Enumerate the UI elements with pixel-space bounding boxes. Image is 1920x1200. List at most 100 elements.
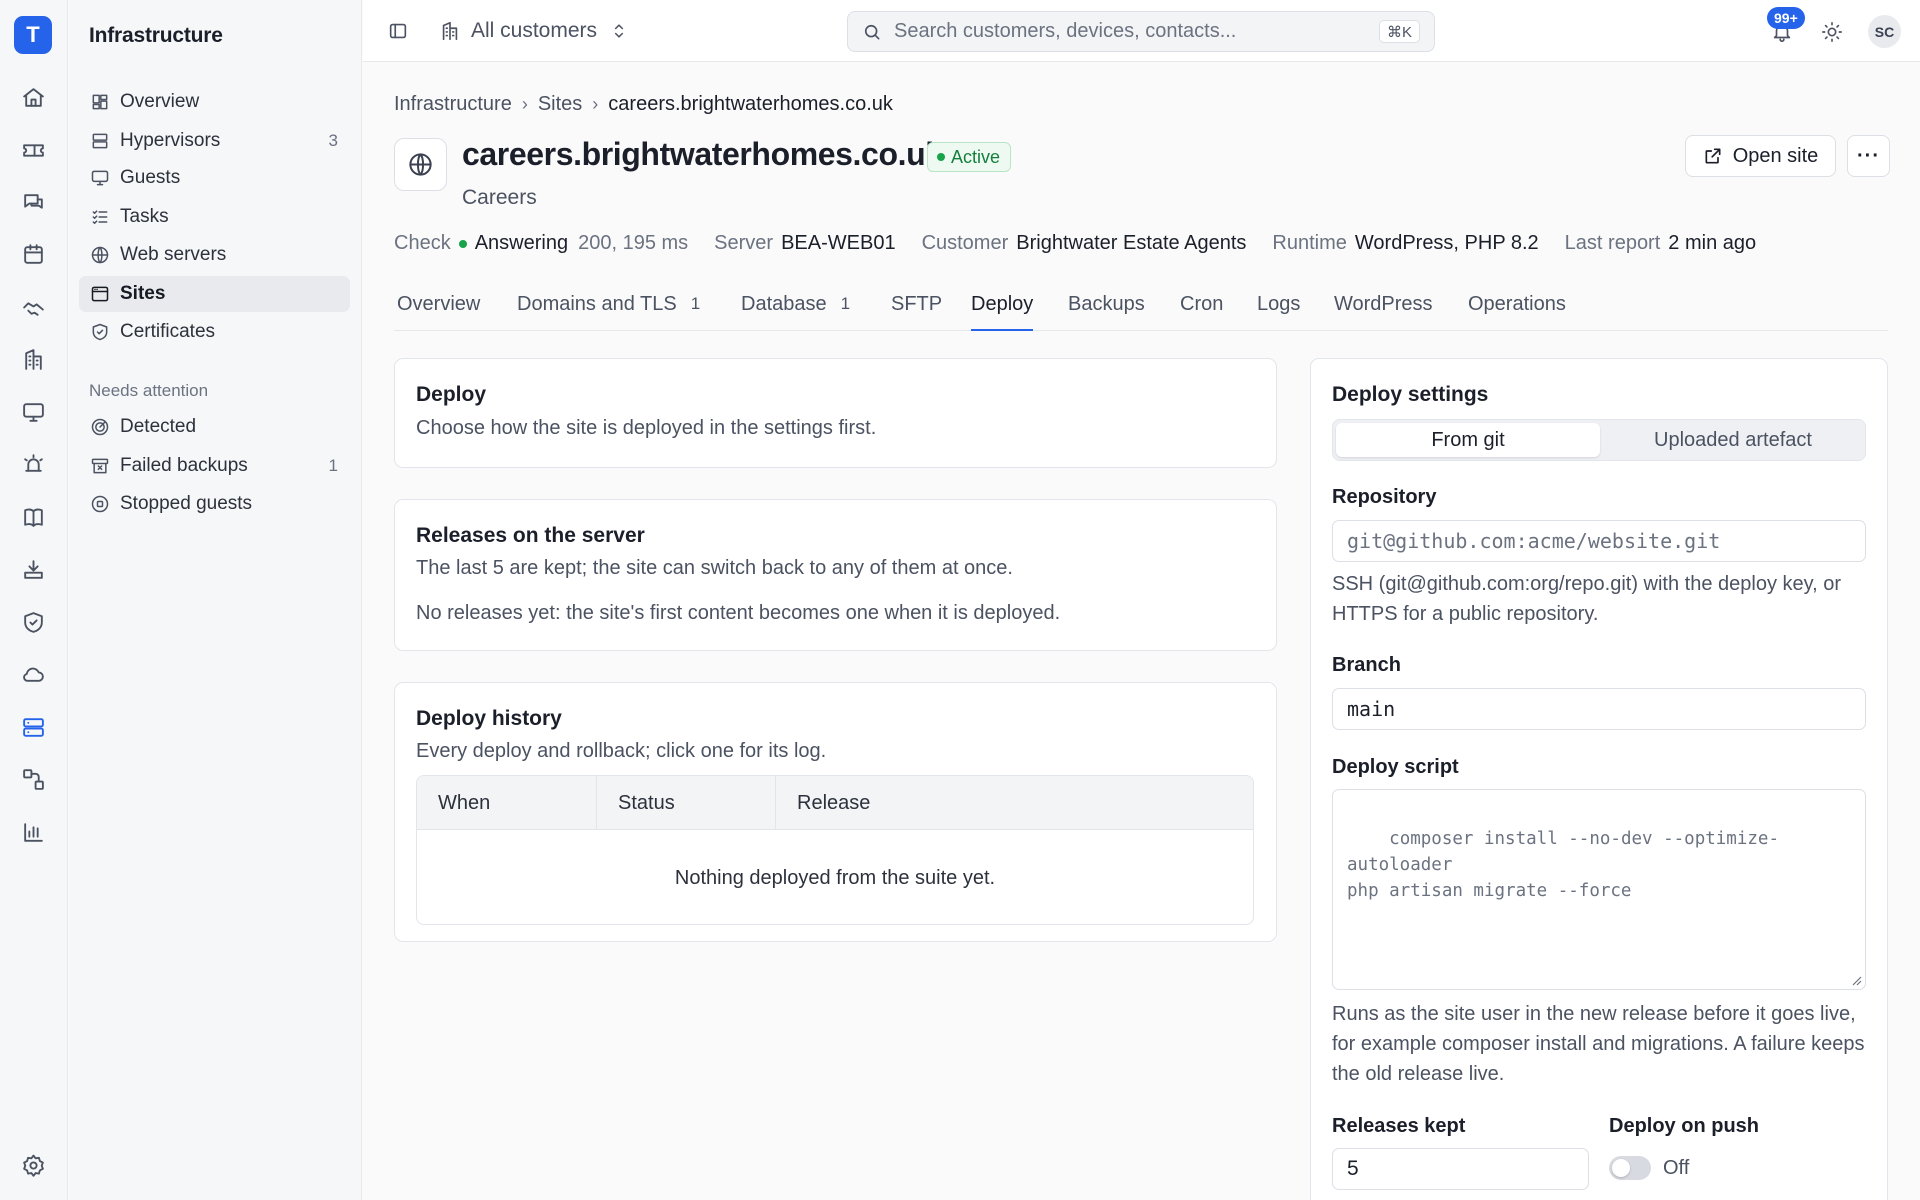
customer-switcher[interactable]: All customers <box>439 14 629 48</box>
branch-label: Branch <box>1332 654 1401 676</box>
deploy-mode-toggle: From git Uploaded artefact <box>1332 419 1866 461</box>
check-label: Check <box>394 232 451 254</box>
sidebar-item-label: Stopped guests <box>120 493 253 514</box>
tab-count: 1 <box>840 294 851 313</box>
breadcrumb-item[interactable]: Sites <box>538 93 582 116</box>
sidebar-item-label: Overview <box>120 91 200 112</box>
deploy-script-textarea[interactable]: composer install --no-dev --optimize-aut… <box>1332 789 1866 990</box>
bar-chart-icon[interactable] <box>14 813 52 851</box>
tab-operations[interactable]: Operations <box>1468 293 1566 331</box>
book-icon[interactable] <box>14 498 52 536</box>
search-input[interactable]: Search customers, devices, contacts... ⌘… <box>847 11 1435 52</box>
ticket-icon[interactable] <box>14 131 52 169</box>
dashboard-icon <box>92 94 108 110</box>
monitor-icon[interactable] <box>14 393 52 431</box>
branch-input[interactable]: main <box>1332 688 1866 730</box>
mode-uploaded-artefact[interactable]: Uploaded artefact <box>1601 423 1865 457</box>
breadcrumb-item[interactable]: Infrastructure <box>394 93 512 116</box>
tab-overview[interactable]: Overview <box>397 293 480 331</box>
browser-window-icon <box>91 286 109 302</box>
chat-icon[interactable] <box>14 183 52 221</box>
avatar[interactable]: SC <box>1868 15 1901 48</box>
handshake-icon[interactable] <box>14 288 52 326</box>
download-tray-icon[interactable] <box>14 550 52 588</box>
sun-icon[interactable] <box>1819 19 1845 45</box>
last-report-label: Last report <box>1564 232 1661 254</box>
mode-from-git[interactable]: From git <box>1336 423 1600 457</box>
releases-card-text: The last 5 are kept; the site can switch… <box>416 557 1013 579</box>
tab-backups[interactable]: Backups <box>1068 293 1145 331</box>
sidebar-item-guests[interactable]: Guests <box>79 160 350 196</box>
monitor-icon <box>91 170 109 186</box>
deploy-card-title: Deploy <box>416 383 487 406</box>
sidebar-item-label: Detected <box>120 416 197 437</box>
building-icon <box>442 21 458 41</box>
releases-empty-text: No releases yet: the site's first conten… <box>416 602 1061 624</box>
repository-help: SSH (git@github.com:org/repo.git) with t… <box>1332 573 1842 625</box>
breadcrumb: Infrastructure › Sites › careers.brightw… <box>394 93 893 116</box>
shield-check-icon <box>92 323 108 341</box>
sidebar-item-web-servers[interactable]: Web servers <box>79 237 350 273</box>
search-shortcut: ⌘K <box>1378 20 1420 43</box>
server-value[interactable]: BEA-WEB01 <box>781 232 895 255</box>
open-site-label: Open site <box>1732 144 1819 167</box>
sidebar-item-label: Guests <box>120 167 181 188</box>
shield-check-icon[interactable] <box>14 603 52 641</box>
sidebar-item-label: Certificates <box>120 321 216 342</box>
tab-deploy[interactable]: Deploy <box>971 293 1034 331</box>
runtime-value: WordPress, PHP 8.2 <box>1354 232 1539 254</box>
calendar-icon[interactable] <box>14 235 52 273</box>
sidebar-item-sites[interactable]: Sites <box>79 276 350 312</box>
building-icon[interactable] <box>14 340 52 378</box>
cloud-icon[interactable] <box>14 655 52 693</box>
sidebar-toggle-icon[interactable] <box>385 18 411 44</box>
workflow-icon[interactable] <box>14 760 52 798</box>
tab-label: Database <box>741 293 827 315</box>
tab-wordpress[interactable]: WordPress <box>1334 293 1433 331</box>
customer-switcher-label: All customers <box>471 19 598 42</box>
column-release[interactable]: Release <box>776 776 1253 830</box>
table-header: When Status Release <box>417 776 1253 830</box>
tab-label: Logs <box>1257 293 1301 315</box>
resize-handle-icon[interactable] <box>1850 974 1862 986</box>
app-logo[interactable]: T <box>14 16 52 54</box>
sidebar-item-count: 3 <box>328 131 338 150</box>
sidebar-item-label: Web servers <box>120 244 227 265</box>
column-status[interactable]: Status <box>597 776 776 830</box>
server-icon[interactable] <box>14 708 52 746</box>
alarm-icon[interactable] <box>14 445 52 483</box>
deploy-on-push-toggle[interactable] <box>1609 1156 1651 1180</box>
column-when[interactable]: When <box>417 776 597 830</box>
tab-label: Deploy <box>971 293 1034 315</box>
sidebar-item-detected[interactable]: Detected <box>79 409 350 445</box>
sidebar-item-label: Sites <box>120 283 166 304</box>
sidebar-item-hypervisors[interactable]: Hypervisors 3 <box>79 123 350 159</box>
releases-kept-input[interactable]: 5 <box>1332 1148 1589 1190</box>
releases-kept-label: Releases kept <box>1332 1115 1466 1137</box>
sidebar-item-certificates[interactable]: Certificates <box>79 314 350 350</box>
tab-database[interactable]: Database 1 <box>741 293 852 331</box>
site-tabs: Overview Domains and TLS 1 Database 1 SFTP… <box>394 287 1888 331</box>
globe-icon <box>91 246 109 264</box>
last-report-value: 2 min ago <box>1668 232 1757 254</box>
more-actions-button[interactable]: ··· <box>1847 135 1890 177</box>
tab-cron[interactable]: Cron <box>1180 293 1223 331</box>
tab-domains-and-tls[interactable]: Domains and TLS 1 <box>517 293 702 331</box>
home-icon[interactable] <box>14 78 52 116</box>
sidebar-item-tasks[interactable]: Tasks <box>79 199 350 235</box>
repository-input[interactable]: git@github.com:acme/website.git <box>1332 520 1866 562</box>
deploy-card: Deploy Choose how the site is deployed i… <box>394 358 1277 468</box>
deploy-on-push-state: Off <box>1663 1157 1690 1179</box>
tab-logs[interactable]: Logs <box>1257 293 1300 331</box>
tab-sftp[interactable]: SFTP <box>891 293 942 331</box>
external-link-icon <box>1705 148 1721 164</box>
settings-gear-icon[interactable] <box>14 1146 52 1184</box>
status-dot <box>937 153 945 161</box>
sidebar-item-stopped-guests[interactable]: Stopped guests <box>79 486 350 522</box>
check-value: Answering <box>474 232 569 254</box>
open-site-button[interactable]: Open site <box>1685 135 1836 177</box>
customer-value[interactable]: Brightwater Estate Agents <box>1016 232 1246 255</box>
sidebar-item-overview[interactable]: Overview <box>79 84 350 120</box>
sidebar-item-failed-backups[interactable]: Failed backups 1 <box>79 448 350 484</box>
check-status-dot <box>458 239 467 248</box>
